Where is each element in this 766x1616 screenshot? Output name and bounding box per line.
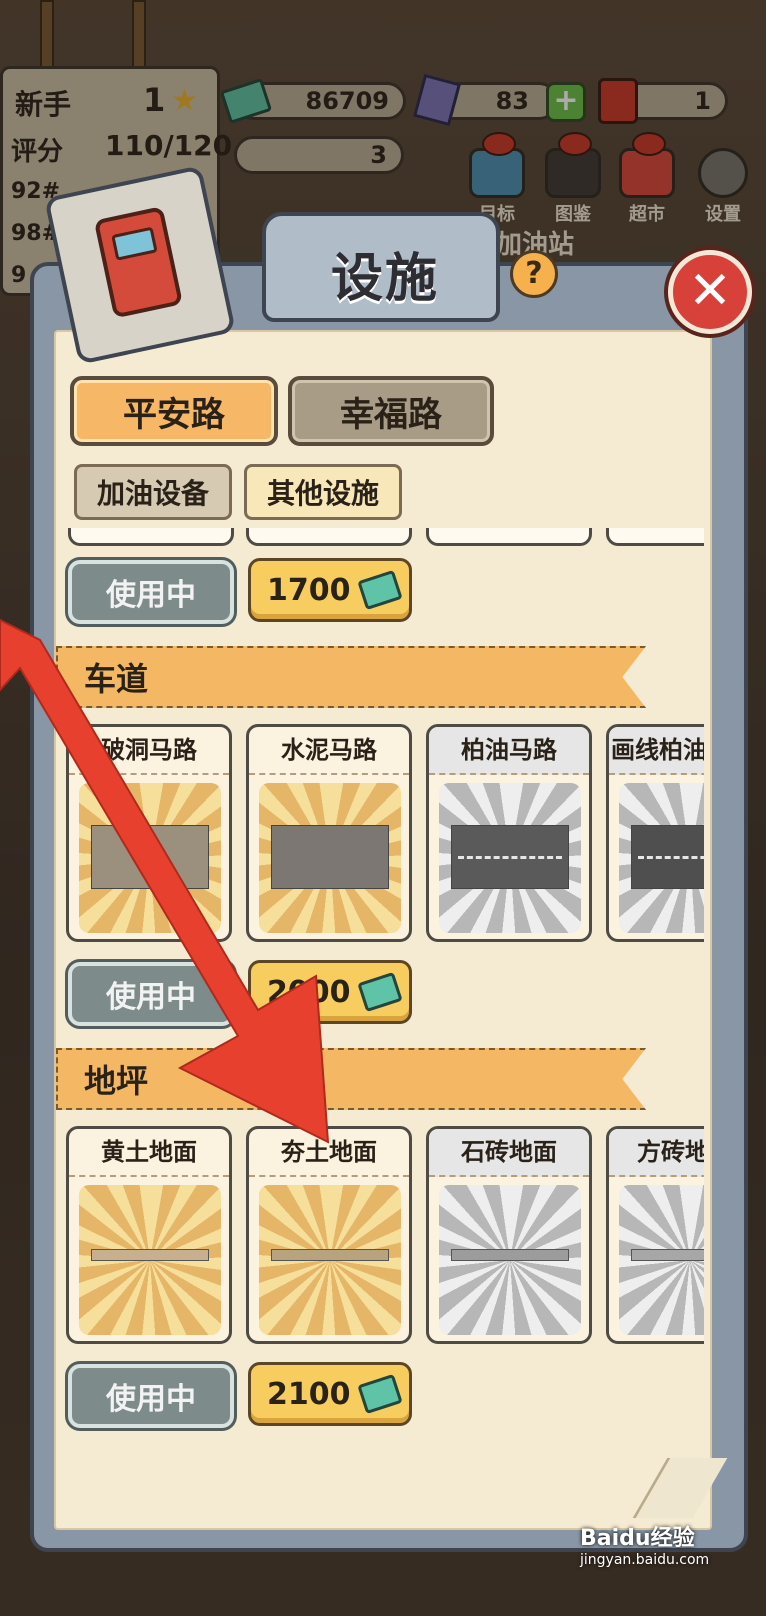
item-label: 画线柏油 (609, 727, 704, 775)
close-icon: ✕ (688, 261, 732, 321)
cash-icon (356, 971, 403, 1013)
section-banner-floors: 地坪 (56, 1048, 646, 1110)
item-image (79, 1185, 221, 1335)
watermark-brand: Baidu经验 (580, 1526, 695, 1551)
item-label: 方砖地 (609, 1129, 704, 1177)
card-stub (606, 528, 704, 546)
in-use-button[interactable]: 使用中 (68, 962, 234, 1026)
tab-pingan-road[interactable]: 平安路 (70, 376, 278, 446)
item-image (439, 783, 581, 933)
card-stub (68, 528, 234, 546)
price-value: 1700 (267, 572, 351, 608)
item-image (619, 1185, 704, 1335)
tab-fuel-equipment[interactable]: 加油设备 (74, 464, 232, 520)
item-label: 夯土地面 (249, 1129, 409, 1177)
road-icon (271, 825, 389, 889)
item-image (619, 783, 704, 933)
in-use-button[interactable]: 使用中 (68, 1364, 234, 1428)
in-use-button[interactable]: 使用中 (68, 560, 234, 624)
price-value: 2000 (267, 974, 351, 1010)
item-card-locked[interactable]: 石砖地面 (426, 1126, 592, 1344)
price-button[interactable]: 2000 (248, 960, 412, 1024)
cash-icon (356, 1373, 403, 1415)
price-button[interactable]: 1700 (248, 558, 412, 622)
watermark-url: jingyan.baidu.com (580, 1552, 710, 1568)
floor-icon (271, 1249, 389, 1261)
section-banner-lanes: 车道 (56, 646, 646, 708)
item-label: 石砖地面 (429, 1129, 589, 1177)
floor-icon (91, 1249, 209, 1261)
card-stub (246, 528, 412, 546)
cash-icon (356, 569, 403, 611)
floor-icon (631, 1249, 704, 1261)
item-label: 黄土地面 (69, 1129, 229, 1177)
facility-list[interactable]: 使用中 1700 车道 破洞马路 水泥马路 柏油马路 画线柏油 使用中 2000… (54, 528, 704, 1528)
item-image (439, 1185, 581, 1335)
dialog-title: 设施 (330, 249, 439, 309)
item-card-locked[interactable]: 方砖地 (606, 1126, 704, 1344)
item-label: 柏油马路 (429, 727, 589, 775)
gas-pump-icon (93, 206, 184, 319)
price-button[interactable]: 2100 (248, 1362, 412, 1426)
item-image (259, 783, 401, 933)
help-button[interactable]: ? (510, 250, 558, 298)
item-card-locked[interactable]: 画线柏油 (606, 724, 704, 942)
watermark: Baidu经验 jingyan.baidu.com (580, 1520, 709, 1568)
item-card-locked[interactable]: 柏油马路 (426, 724, 592, 942)
gas-pump-tag (44, 165, 236, 365)
item-card[interactable]: 夯土地面 (246, 1126, 412, 1344)
item-card[interactable]: 黄土地面 (66, 1126, 232, 1344)
card-stub (426, 528, 592, 546)
item-label: 破洞马路 (69, 727, 229, 775)
tab-other-facilities[interactable]: 其他设施 (244, 464, 402, 520)
road-icon (631, 825, 704, 889)
road-icon (91, 825, 209, 889)
item-card[interactable]: 水泥马路 (246, 724, 412, 942)
item-image (79, 783, 221, 933)
item-image (259, 1185, 401, 1335)
price-value: 2100 (267, 1376, 351, 1412)
item-label: 水泥马路 (249, 727, 409, 775)
road-icon (451, 825, 569, 889)
item-card[interactable]: 破洞马路 (66, 724, 232, 942)
tab-xingfu-road[interactable]: 幸福路 (288, 376, 494, 446)
close-button[interactable]: ✕ (668, 250, 752, 334)
floor-icon (451, 1249, 569, 1261)
